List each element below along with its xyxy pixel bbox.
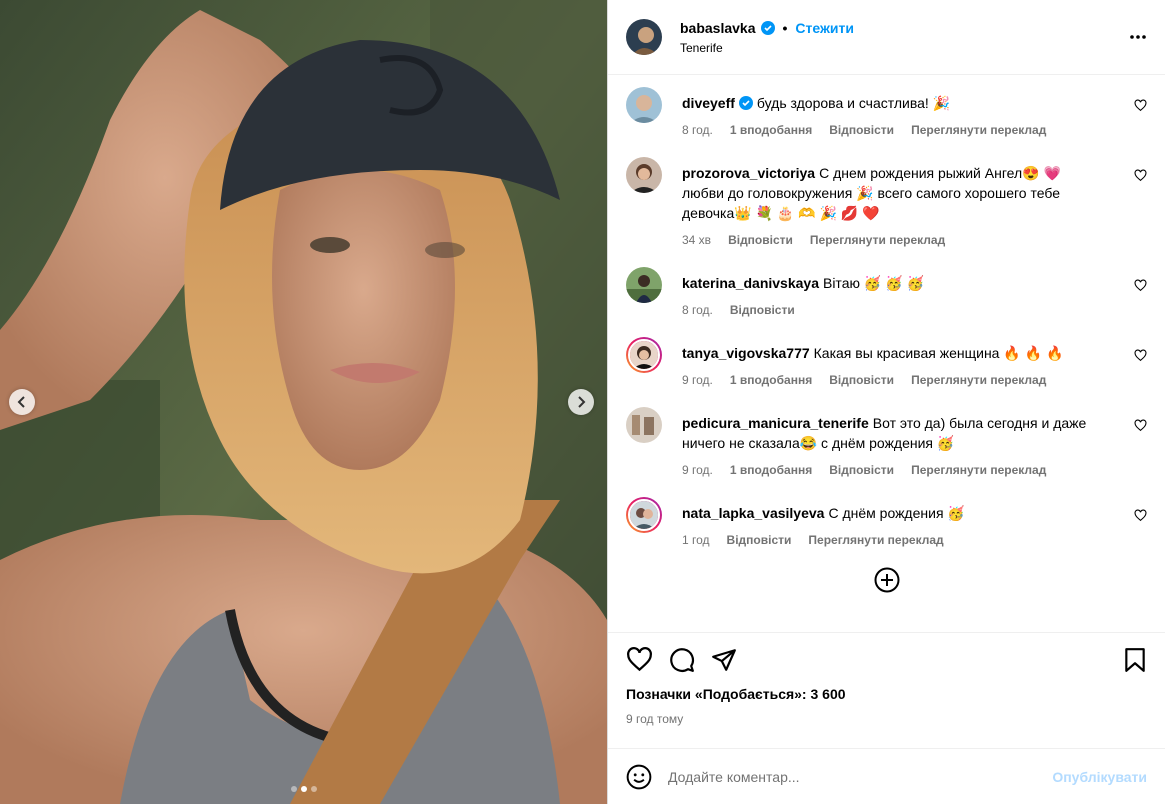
post-media: [0, 0, 607, 804]
see-translation-button[interactable]: Переглянути переклад: [911, 120, 1046, 140]
more-icon[interactable]: [1129, 28, 1147, 46]
comment-body: tanya_vigovska777 Какая вы красивая женщи…: [682, 337, 1102, 390]
commenter-avatar[interactable]: [626, 407, 662, 443]
post-photo: [0, 0, 607, 804]
comment-actions: 8 год. Відповісти: [682, 300, 1102, 320]
comment-actions: 8 год. 1 вподобання Відповісти Перегляну…: [682, 120, 1102, 140]
heart-icon[interactable]: [1134, 169, 1147, 182]
add-comment-bar: Додайте коментар... Опублікувати: [608, 748, 1165, 804]
see-translation-button[interactable]: Переглянути переклад: [808, 530, 943, 550]
comment-username[interactable]: nata_lapka_vasilyeva: [682, 505, 824, 521]
bookmark-icon[interactable]: [1123, 647, 1147, 673]
commenter-avatar-story[interactable]: [626, 337, 662, 373]
comment-actions: 1 год Відповісти Переглянути переклад: [682, 530, 1102, 550]
previous-image-button[interactable]: [9, 389, 35, 415]
post-timestamp: 9 год тому: [626, 712, 684, 726]
comments-list: diveyeff будь здорова и счастлива! 🎉 8 го…: [608, 75, 1165, 632]
comment-time: 9 год.: [682, 373, 713, 387]
heart-icon[interactable]: [1134, 509, 1147, 522]
verified-badge-icon: [760, 20, 775, 35]
comment-time: 34 хв: [682, 233, 712, 247]
comment-body: diveyeff будь здорова и счастлива! 🎉 8 го…: [682, 87, 1102, 140]
heart-icon[interactable]: [1134, 99, 1147, 112]
comment-item: diveyeff будь здорова и счастлива! 🎉 8 го…: [626, 87, 1147, 140]
comment-username[interactable]: pedicura_manicura_tenerife: [682, 415, 869, 431]
add-circle-icon[interactable]: [874, 567, 900, 593]
heart-icon[interactable]: [626, 646, 653, 673]
comment-body: pedicura_manicura_tenerife Вот это да) бы…: [682, 407, 1102, 480]
author-meta: babaslavka • Стежити Tenerife: [680, 20, 854, 55]
post-location[interactable]: Tenerife: [680, 41, 854, 55]
comment-username[interactable]: tanya_vigovska777: [682, 345, 810, 361]
comment-text: Какая вы красивая женщина 🔥 🔥 🔥: [813, 345, 1064, 361]
comment-time: 8 год.: [682, 303, 713, 317]
reply-button[interactable]: Відповісти: [727, 530, 792, 550]
commenter-avatar-story[interactable]: [626, 497, 662, 533]
comment-text: будь здорова и счастлива! 🎉: [756, 95, 951, 111]
separator-dot: •: [782, 19, 788, 36]
next-image-button[interactable]: [568, 389, 594, 415]
heart-icon[interactable]: [1134, 279, 1147, 292]
post-actions-bar: [608, 632, 1165, 686]
comment-item: katerina_danivskaya Вітаю 🥳 🥳 🥳 8 год. Ві…: [626, 267, 1147, 320]
comment-time: 9 год.: [682, 463, 713, 477]
author-username[interactable]: babaslavka: [680, 20, 756, 36]
comment-icon[interactable]: [669, 647, 695, 673]
chevron-right-icon: [578, 396, 586, 408]
share-icon[interactable]: [711, 647, 737, 673]
likes-count[interactable]: Позначки «Подобається»: 3 600: [608, 686, 1165, 708]
comment-username[interactable]: katerina_danivskaya: [682, 275, 819, 291]
comment-item: prozorova_victoriya С днем рождения рыжий…: [626, 157, 1147, 250]
carousel-dot: [290, 786, 297, 792]
reply-button[interactable]: Відповісти: [829, 460, 894, 480]
load-more-comments: [626, 567, 1147, 593]
comment-likes-count[interactable]: 1 вподобання: [730, 370, 812, 390]
comment-likes-count[interactable]: 1 вподобання: [730, 460, 812, 480]
post-modal: babaslavka • Стежити Tenerife diveyeff бу…: [0, 0, 1165, 804]
comment-time: 1 год: [682, 533, 710, 547]
post-header: babaslavka • Стежити Tenerife: [608, 0, 1165, 75]
post-comment-button[interactable]: Опублікувати: [1052, 769, 1147, 785]
comment-text: С днём рождения 🥳: [828, 505, 965, 521]
heart-icon[interactable]: [1134, 419, 1147, 432]
comment-item: nata_lapka_vasilyeva С днём рождения 🥳 1 …: [626, 497, 1147, 550]
reply-button[interactable]: Відповісти: [728, 230, 793, 250]
comment-actions: 34 хв Відповісти Переглянути переклад: [682, 230, 1102, 250]
comment-actions: 9 год. 1 вподобання Відповісти Перегляну…: [682, 460, 1102, 480]
post-sidebar: babaslavka • Стежити Tenerife diveyeff бу…: [607, 0, 1165, 804]
heart-icon[interactable]: [1134, 349, 1147, 362]
carousel-dot-active: [300, 786, 307, 792]
commenter-avatar[interactable]: [626, 157, 662, 193]
comment-item: tanya_vigovska777 Какая вы красивая женщи…: [626, 337, 1147, 390]
comment-text: Вітаю 🥳 🥳 🥳: [822, 275, 924, 291]
verified-badge-icon: [738, 96, 753, 110]
see-translation-button[interactable]: Переглянути переклад: [911, 370, 1046, 390]
commenter-avatar[interactable]: [626, 87, 662, 123]
carousel-dot: [310, 786, 317, 792]
comment-actions: 9 год. 1 вподобання Відповісти Перегляну…: [682, 370, 1102, 390]
reply-button[interactable]: Відповісти: [829, 370, 894, 390]
comment-time: 8 год.: [682, 123, 713, 137]
comment-body: nata_lapka_vasilyeva С днём рождения 🥳 1 …: [682, 497, 1102, 550]
comment-likes-count[interactable]: 1 вподобання: [730, 120, 812, 140]
follow-button[interactable]: Стежити: [795, 20, 854, 36]
reply-button[interactable]: Відповісти: [829, 120, 894, 140]
comment-username[interactable]: diveyeff: [682, 95, 735, 111]
author-avatar[interactable]: [626, 19, 662, 55]
see-translation-button[interactable]: Переглянути переклад: [911, 460, 1046, 480]
chevron-left-icon: [17, 396, 25, 408]
comment-username[interactable]: prozorova_victoriya: [682, 165, 815, 181]
carousel-indicator: [0, 786, 607, 792]
commenter-avatar[interactable]: [626, 267, 662, 303]
comment-body: katerina_danivskaya Вітаю 🥳 🥳 🥳 8 год. Ві…: [682, 267, 1102, 320]
comment-input[interactable]: Додайте коментар...: [668, 769, 1036, 785]
author-line: babaslavka • Стежити: [680, 20, 854, 36]
comment-body: prozorova_victoriya С днем рождения рыжий…: [682, 157, 1102, 250]
emoji-icon[interactable]: [626, 764, 652, 790]
comment-item: pedicura_manicura_tenerife Вот это да) бы…: [626, 407, 1147, 480]
see-translation-button[interactable]: Переглянути переклад: [810, 230, 945, 250]
reply-button[interactable]: Відповісти: [730, 300, 795, 320]
